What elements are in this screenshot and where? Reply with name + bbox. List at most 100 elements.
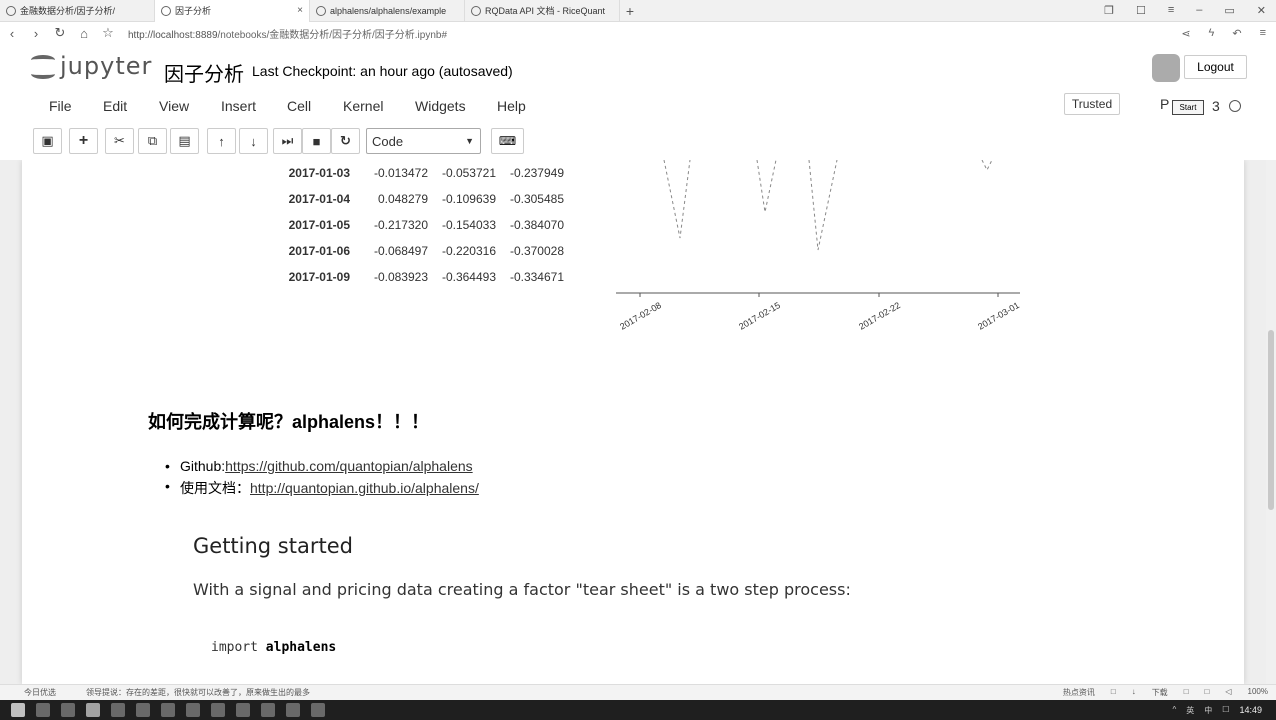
kernel-name[interactable]: P (1160, 96, 1169, 112)
series-line (981, 160, 993, 172)
move-down-button[interactable]: ↓ (239, 128, 268, 154)
page-scrollbar[interactable] (1266, 160, 1276, 684)
shirt-icon[interactable]: ☐ (1136, 4, 1146, 17)
status-item[interactable]: ↓ (1132, 687, 1136, 698)
save-button[interactable]: ▣ (33, 128, 62, 154)
browser-tab-strip: 金融数据分析/因子分析/ 因子分析 × alphalens/alphalens/… (0, 0, 1276, 22)
search-icon[interactable] (36, 703, 50, 717)
star-icon[interactable]: ☆ (96, 25, 120, 41)
home-icon[interactable]: ⌂ (72, 26, 96, 41)
app-icon[interactable] (186, 703, 200, 717)
status-item[interactable]: 热点资讯 (1063, 687, 1095, 698)
app-icon[interactable] (111, 703, 125, 717)
table-cell: -0.109639 (441, 192, 496, 206)
tab-label: alphalens/alphalens/example (330, 5, 447, 16)
clock[interactable]: 14:49 (1239, 705, 1276, 715)
table-row: 2017-01-05 -0.217320 -0.154033 -0.384070 (272, 212, 564, 238)
app-icon[interactable] (236, 703, 250, 717)
docs-link[interactable]: http://quantopian.github.io/alphalens/ (250, 480, 479, 496)
logout-button[interactable]: Logout (1184, 55, 1247, 79)
url-path: /notebooks/金融数据分析/因子分析/因子分析.ipynb# (217, 29, 448, 41)
reload-icon[interactable]: ↻ (48, 25, 72, 41)
status-item[interactable]: □ (1205, 687, 1210, 698)
share-icon[interactable]: ⋖ (1181, 27, 1190, 40)
app-icon[interactable] (261, 703, 275, 717)
tray-item[interactable]: 中 (1204, 705, 1212, 716)
notebook-title[interactable]: 因子分析 (164, 58, 244, 87)
menu-help[interactable]: Help (497, 98, 526, 114)
tab-list-icon[interactable]: ❐ (1104, 4, 1114, 17)
ricequant-icon (471, 5, 481, 16)
paste-button[interactable]: ▤ (170, 128, 199, 154)
jupyter-logo-icon (30, 53, 56, 79)
status-item[interactable]: □ (1111, 687, 1116, 698)
forward-icon[interactable]: › (24, 26, 48, 41)
row-index: 2017-01-06 (288, 244, 350, 258)
menu-kernel[interactable]: Kernel (343, 98, 383, 114)
browser-app-icon[interactable] (86, 703, 100, 717)
jupyter-logo[interactable]: jupyter (30, 52, 152, 80)
menu-widgets[interactable]: Widgets (415, 98, 466, 114)
back-icon[interactable]: ‹ (0, 26, 24, 41)
browser-tab-1[interactable]: 金融数据分析/因子分析/ (0, 0, 155, 22)
cut-button[interactable]: ✂ (105, 128, 134, 154)
menu-view[interactable]: View (159, 98, 189, 114)
status-left-1[interactable]: 今日优选 (24, 687, 56, 698)
x-tick-label: 2017-02-08 (618, 300, 663, 332)
browser-tab-3[interactable]: alphalens/alphalens/example (310, 0, 465, 22)
move-up-button[interactable]: ↑ (207, 128, 236, 154)
start-tooltip: Start (1172, 100, 1204, 115)
scissors-icon: ✂ (114, 133, 125, 148)
browser-tab-4[interactable]: RQData API 文档 - RiceQuant (465, 0, 620, 22)
arrow-down-icon: ↓ (250, 133, 257, 149)
copy-button[interactable]: ⧉ (138, 128, 167, 154)
github-link[interactable]: https://github.com/quantopian/alphalens (225, 458, 473, 474)
task-view-icon[interactable] (61, 703, 75, 717)
tab-label: 金融数据分析/因子分析/ (20, 6, 116, 16)
run-button[interactable]: ⏭ (273, 128, 302, 154)
restart-button[interactable]: ↻ (331, 128, 360, 154)
status-left-2[interactable]: 领导提说：存在的差距，很快就可以改善了，原来做生出的最多 (86, 687, 310, 698)
trusted-indicator[interactable]: Trusted (1064, 93, 1120, 115)
address-bar-actions: ⋖ ϟ ↶ ≡ (1181, 27, 1276, 40)
browser-status-bar: 今日优选 领导提说：存在的差距，很快就可以改善了，原来做生出的最多 热点资讯 □ ↓… (0, 684, 1276, 700)
menu-insert[interactable]: Insert (221, 98, 256, 114)
close-window-icon[interactable]: ✕ (1257, 4, 1266, 17)
menubar: File Edit View Insert Cell Kernel Widget… (0, 93, 1276, 118)
app-icon[interactable] (136, 703, 150, 717)
new-tab-button[interactable]: + (620, 3, 640, 19)
url-field[interactable]: http://localhost:8889/notebooks/金融数据分析/因… (128, 26, 1181, 41)
app-icon[interactable] (161, 703, 175, 717)
x-tick-label: 2017-02-22 (857, 300, 902, 332)
table-row: 2017-01-04 0.048279 -0.109639 -0.305485 (272, 186, 564, 212)
status-item[interactable]: 100% (1248, 687, 1268, 698)
status-item[interactable]: □ (1184, 687, 1189, 698)
menu-cell[interactable]: Cell (287, 98, 311, 114)
maximize-icon[interactable]: ▭ (1224, 4, 1234, 17)
tray-item[interactable]: 英 (1186, 705, 1194, 716)
hamburger-icon[interactable]: ≡ (1260, 27, 1266, 40)
tray-item[interactable]: ^ (1173, 705, 1177, 716)
scrollbar-thumb[interactable] (1268, 330, 1274, 510)
windows-start-icon[interactable] (11, 703, 25, 717)
browser-tab-2[interactable]: 因子分析 × (155, 0, 310, 22)
menu-icon[interactable]: ≡ (1168, 4, 1174, 17)
table-cell: -0.217320 (373, 218, 428, 232)
app-icon[interactable] (286, 703, 300, 717)
menu-edit[interactable]: Edit (103, 98, 127, 114)
command-palette-button[interactable]: ⌨ (491, 128, 524, 154)
lightning-icon[interactable]: ϟ (1209, 27, 1215, 40)
status-item[interactable]: ◁ (1225, 687, 1231, 698)
app-icon[interactable] (211, 703, 225, 717)
app-icon[interactable] (311, 703, 325, 717)
table-cell: -0.053721 (441, 166, 496, 180)
insert-cell-button[interactable]: + (69, 128, 98, 154)
status-item[interactable]: 下载 (1152, 687, 1168, 698)
interrupt-button[interactable]: ■ (302, 128, 331, 154)
tray-item[interactable]: ☐ (1222, 705, 1229, 716)
close-icon[interactable]: × (297, 5, 303, 16)
minimize-icon[interactable]: – (1196, 4, 1202, 17)
history-icon[interactable]: ↶ (1232, 27, 1241, 40)
cell-type-select[interactable]: Code ▼ (366, 128, 481, 154)
menu-file[interactable]: File (49, 98, 72, 114)
